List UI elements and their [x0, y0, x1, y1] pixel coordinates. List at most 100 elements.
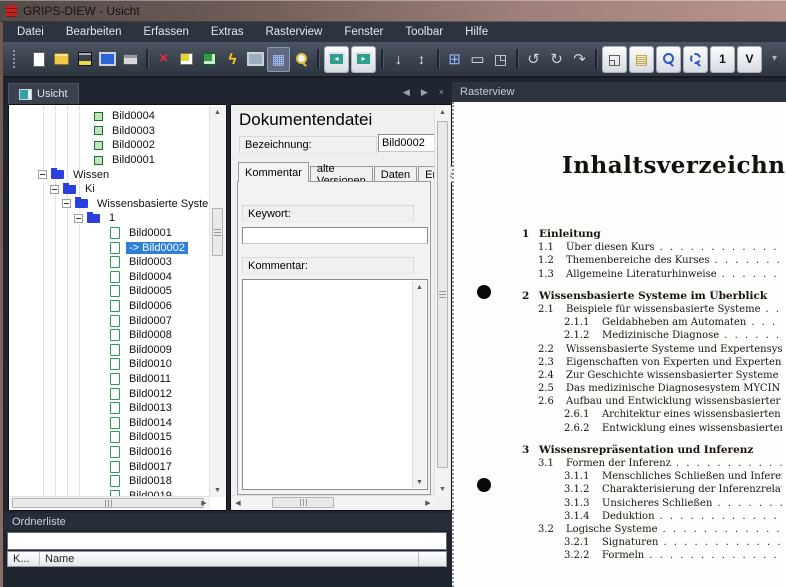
delete-icon[interactable]	[152, 47, 175, 72]
tree-expander-icon[interactable]	[50, 185, 59, 194]
tree-item[interactable]: Bild0003	[10, 124, 210, 139]
tree-item[interactable]: Bild0011	[10, 372, 210, 387]
rotate-left-icon[interactable]	[522, 47, 545, 72]
tree-item[interactable]: Bild0006	[10, 299, 210, 314]
tree-item[interactable]: Bild0004	[10, 109, 210, 124]
scroll-thumb[interactable]	[272, 497, 334, 508]
tree-item[interactable]: Wissensbasierte System	[10, 197, 210, 212]
folder-list-filter-row[interactable]	[7, 532, 447, 550]
scroll-right-icon[interactable]: ▶	[198, 497, 210, 509]
tab-usicht[interactable]: Usicht	[8, 83, 79, 104]
rotate-right-icon[interactable]	[545, 47, 568, 72]
scroll-up-icon[interactable]: ▲	[413, 281, 426, 293]
menu-rasterview[interactable]: Rasterview	[254, 22, 333, 42]
save-icon[interactable]	[73, 47, 96, 72]
tree-item[interactable]: 1	[10, 211, 210, 226]
quick-capture-lightning-icon[interactable]	[221, 47, 244, 72]
tree-item[interactable]: Bild0004	[10, 270, 210, 285]
tree-item[interactable]: Bild0001	[10, 153, 210, 168]
move-down-icon[interactable]	[387, 47, 410, 72]
bezeichnung-input[interactable]	[378, 134, 436, 152]
tree-horizontal-scrollbar[interactable]: ▶	[10, 496, 210, 509]
tree-item[interactable]: Bild0005	[10, 284, 210, 299]
comment-textarea[interactable]: ▲ ▼	[242, 279, 428, 490]
menu-extras[interactable]: Extras	[200, 22, 255, 42]
scroll-down-icon[interactable]: ▼	[210, 484, 225, 497]
tree-item[interactable]: Wissen	[10, 167, 210, 182]
tree-expander-icon[interactable]	[74, 214, 83, 223]
tree-item[interactable]: Bild0012	[10, 386, 210, 401]
column-header[interactable]: Name	[40, 552, 418, 566]
preview-search-icon[interactable]	[290, 47, 313, 72]
tree-item[interactable]: Bild0008	[10, 328, 210, 343]
scroll-up-icon[interactable]: ▲	[435, 106, 450, 119]
tree-item[interactable]: Bild0016	[10, 445, 210, 460]
send-to-monitor-icon[interactable]	[96, 47, 119, 72]
tree-item[interactable]: Bild0002	[10, 138, 210, 153]
column-header[interactable]: K...	[8, 552, 40, 566]
tree-item[interactable]: Bild0009	[10, 343, 210, 358]
tree-expander-icon[interactable]	[62, 199, 71, 208]
menu-erfassen[interactable]: Erfassen	[132, 22, 199, 42]
tab-scroll-left-button[interactable]: ◀	[403, 87, 410, 98]
tree-item[interactable]: Bild0007	[10, 313, 210, 328]
menu-bearbeiten[interactable]: Bearbeiten	[55, 22, 133, 42]
tab-daten[interactable]: Daten	[374, 166, 417, 182]
zoom-in-icon[interactable]	[657, 47, 680, 72]
new-document-icon[interactable]	[27, 47, 50, 72]
keyword-input[interactable]	[242, 227, 428, 244]
rasterview-titlebar[interactable]: Rasterview	[452, 82, 786, 102]
column-header[interactable]	[418, 552, 446, 566]
scroll-thumb[interactable]	[437, 121, 448, 468]
zoom-selection-icon[interactable]	[684, 47, 707, 72]
tree-item[interactable]: Bild0015	[10, 430, 210, 445]
fit-custom-icon[interactable]	[489, 47, 512, 72]
tab-close-button[interactable]: ×	[439, 87, 444, 98]
view-mode-button[interactable]	[738, 47, 761, 72]
copy-to-monitor-icon[interactable]	[244, 47, 267, 72]
menu-datei[interactable]: Datei	[6, 22, 55, 42]
expand-all-icon[interactable]	[443, 47, 466, 72]
single-page-button[interactable]	[711, 47, 734, 72]
tab-kommentar[interactable]: Kommentar	[238, 162, 309, 182]
tree-item[interactable]: Bild0018	[10, 474, 210, 489]
tree-item[interactable]: Bild0013	[10, 401, 210, 416]
tree-item[interactable]: Bild0001	[10, 226, 210, 241]
scroll-down-icon[interactable]: ▼	[435, 483, 450, 496]
fit-width-icon[interactable]	[466, 47, 489, 72]
tree-item[interactable]: -> Bild0002	[10, 240, 210, 255]
export-green-document-icon[interactable]	[198, 47, 221, 72]
fit-window-icon[interactable]	[630, 47, 653, 72]
scroll-thumb[interactable]	[212, 208, 223, 256]
grid-view-icon[interactable]	[267, 47, 290, 72]
tab-scroll-right-button[interactable]: ▶	[421, 87, 428, 98]
scroll-up-icon[interactable]: ▲	[210, 106, 225, 119]
panel-horizontal-scrollbar[interactable]: ◀ ▶	[232, 495, 434, 509]
next-image-icon[interactable]	[352, 47, 375, 72]
tree-item[interactable]: Bild0003	[10, 255, 210, 270]
window-titlebar[interactable]: GRIPS-DIEW - Usicht	[0, 0, 786, 22]
tree-item[interactable]: Bild0017	[10, 459, 210, 474]
previous-image-icon[interactable]	[325, 47, 348, 72]
tree-item[interactable]: Bild0014	[10, 415, 210, 430]
scroll-thumb[interactable]	[12, 498, 204, 508]
scroll-left-icon[interactable]: ◀	[232, 496, 244, 509]
textarea-vertical-scrollbar[interactable]: ▲ ▼	[412, 281, 426, 488]
open-folder-icon[interactable]	[50, 47, 73, 72]
menu-toolbar[interactable]: Toolbar	[394, 22, 454, 42]
tab-alte-versionen[interactable]: alte Versionen	[310, 166, 373, 182]
fit-page-icon[interactable]	[603, 47, 626, 72]
print-icon[interactable]	[119, 47, 142, 72]
toolbar-overflow-icon[interactable]	[763, 47, 786, 72]
tree-vertical-scrollbar[interactable]: ▲ ▼	[209, 106, 225, 497]
rotate-180-icon[interactable]	[568, 47, 591, 72]
menu-fenster[interactable]: Fenster	[333, 22, 394, 42]
export-yellow-document-icon[interactable]	[175, 47, 198, 72]
scroll-right-icon[interactable]: ▶	[422, 496, 434, 509]
fit-height-icon[interactable]	[410, 47, 433, 72]
tree-item[interactable]: Bild0010	[10, 357, 210, 372]
tree-item[interactable]: Ki	[10, 182, 210, 197]
tree-expander-icon[interactable]	[38, 170, 47, 179]
panel-vertical-scrollbar[interactable]: ▲ ▼	[434, 106, 450, 496]
menu-hilfe[interactable]: Hilfe	[454, 22, 499, 42]
